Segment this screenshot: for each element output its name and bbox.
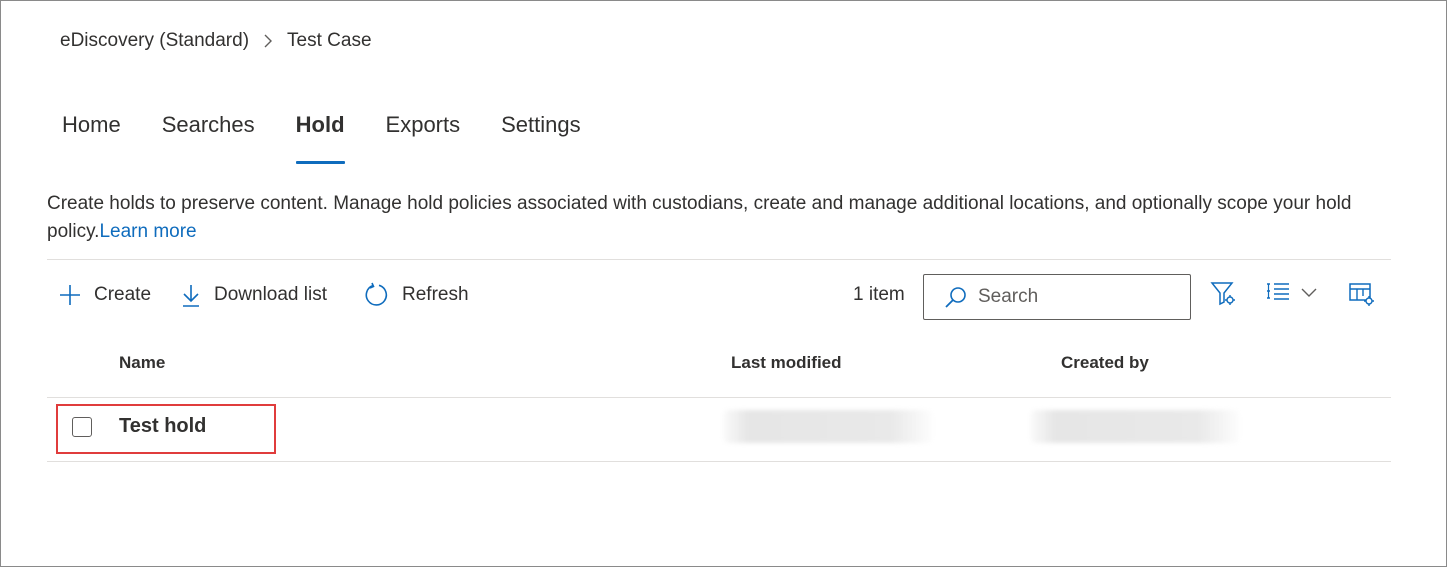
- tab-exports[interactable]: Exports: [386, 112, 461, 164]
- created-by-redacted: [1030, 410, 1240, 443]
- learn-more-link[interactable]: Learn more: [99, 221, 196, 242]
- chevron-right-icon: [263, 34, 273, 48]
- breadcrumb-parent[interactable]: eDiscovery (Standard): [60, 30, 249, 52]
- refresh-button[interactable]: Refresh: [364, 278, 469, 312]
- chevron-down-icon: [1301, 288, 1317, 298]
- row-divider: [47, 461, 1391, 462]
- highlight-annotation: [56, 404, 276, 454]
- divider: [47, 259, 1391, 260]
- tab-home[interactable]: Home: [62, 112, 121, 164]
- column-header-name[interactable]: Name: [119, 353, 165, 373]
- search-icon: [944, 285, 978, 309]
- column-header-last-modified[interactable]: Last modified: [731, 353, 842, 373]
- list-group-icon: [1265, 280, 1291, 306]
- description-text: Create holds to preserve content. Manage…: [47, 193, 1352, 242]
- refresh-label: Refresh: [402, 284, 469, 305]
- search-input[interactable]: Search: [978, 286, 1038, 308]
- breadcrumb: eDiscovery (Standard) Test Case: [60, 30, 372, 52]
- create-button[interactable]: Create: [58, 278, 151, 312]
- header-divider: [47, 397, 1391, 398]
- download-list-button[interactable]: Download list: [180, 278, 327, 312]
- breadcrumb-current: Test Case: [287, 30, 372, 51]
- download-icon: [180, 282, 214, 308]
- tab-hold[interactable]: Hold: [295, 112, 345, 164]
- table-settings-icon: [1348, 280, 1376, 308]
- search-box[interactable]: Search: [923, 274, 1191, 320]
- tab-bar: Home Searches Hold Exports Settings: [62, 112, 622, 164]
- filter-settings-icon: [1210, 280, 1238, 308]
- column-header-created-by[interactable]: Created by: [1061, 353, 1149, 373]
- last-modified-redacted: [723, 410, 933, 443]
- tab-searches[interactable]: Searches: [162, 112, 255, 164]
- item-count: 1 item: [853, 284, 905, 305]
- create-label: Create: [94, 284, 152, 305]
- group-by-button[interactable]: [1265, 280, 1317, 306]
- page-description: Create holds to preserve content. Manage…: [47, 190, 1397, 246]
- refresh-icon: [364, 282, 402, 308]
- filter-button[interactable]: [1210, 280, 1238, 308]
- tab-settings[interactable]: Settings: [501, 112, 581, 164]
- download-list-label: Download list: [214, 284, 327, 305]
- customize-columns-button[interactable]: [1348, 280, 1376, 308]
- plus-icon: [58, 283, 94, 307]
